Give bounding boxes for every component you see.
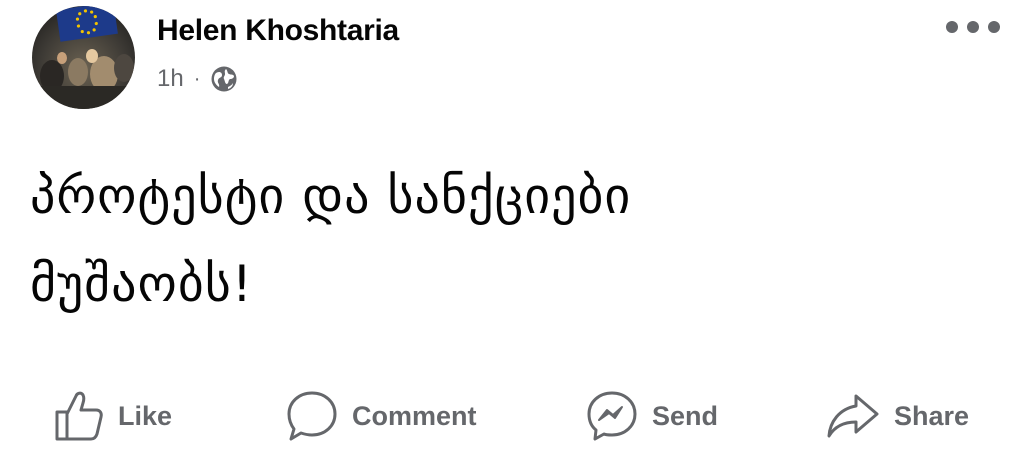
more-dot bbox=[946, 21, 958, 33]
share-label: Share bbox=[894, 400, 970, 431]
author-avatar[interactable] bbox=[32, 6, 135, 109]
post-actions-bar: Like Comment Send Share bbox=[0, 386, 1024, 446]
comment-icon bbox=[286, 390, 338, 442]
share-icon bbox=[826, 390, 880, 442]
meta-separator: · bbox=[193, 67, 201, 90]
author-name[interactable]: Helen Khoshtaria bbox=[157, 14, 399, 48]
more-dot bbox=[967, 21, 979, 33]
comment-button[interactable]: Comment bbox=[286, 386, 477, 446]
post-text: პროტესტი და სანქციები მუშაობს! bbox=[30, 167, 632, 313]
comment-label: Comment bbox=[352, 400, 477, 431]
globe-icon[interactable] bbox=[210, 65, 238, 93]
messenger-icon bbox=[586, 390, 638, 442]
share-button[interactable]: Share bbox=[826, 386, 969, 446]
like-label: Like bbox=[118, 400, 173, 431]
post-meta: 1h · bbox=[157, 63, 238, 95]
post-time[interactable]: 1h bbox=[157, 65, 184, 93]
like-icon bbox=[54, 390, 104, 442]
send-button[interactable]: Send bbox=[586, 386, 718, 446]
facebook-post: Helen Khoshtaria 1h · პროტესტი და სანქცი… bbox=[0, 0, 1024, 467]
like-button[interactable]: Like bbox=[54, 386, 172, 446]
more-dot bbox=[988, 21, 1000, 33]
send-label: Send bbox=[652, 400, 719, 431]
avatar-photo bbox=[32, 6, 135, 109]
more-options-button[interactable] bbox=[946, 14, 1000, 40]
